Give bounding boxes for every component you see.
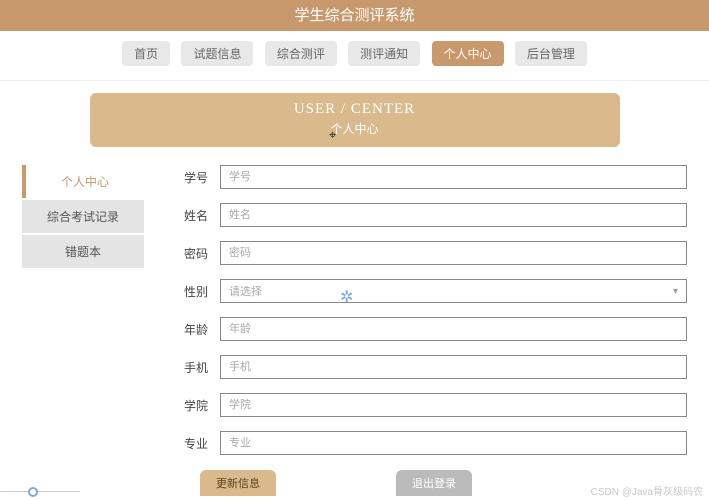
input-name[interactable] — [220, 203, 687, 227]
sidebar: 个人中心 综合考试记录 错题本 — [22, 165, 144, 469]
loading-spinner-icon: ✲ — [340, 287, 353, 307]
label-phone: 手机 — [176, 359, 208, 376]
logout-button[interactable]: 退出登录 — [396, 470, 472, 496]
nav-personal-center[interactable]: 个人中心 — [432, 41, 504, 66]
field-major: 专业 — [176, 431, 687, 455]
field-age: 年龄 — [176, 317, 687, 341]
input-phone[interactable] — [220, 355, 687, 379]
field-college: 学院 — [176, 393, 687, 417]
label-name: 姓名 — [176, 207, 208, 224]
field-gender: 性别 请选择 ▾ — [176, 279, 687, 303]
input-student-id[interactable] — [220, 165, 687, 189]
select-gender[interactable]: 请选择 ▾ — [220, 279, 687, 303]
chevron-down-icon: ▾ — [673, 286, 678, 297]
field-name: 姓名 — [176, 203, 687, 227]
field-phone: 手机 — [176, 355, 687, 379]
sidebar-item-exam-records[interactable]: 综合考试记录 — [22, 200, 144, 233]
update-button[interactable]: 更新信息 — [200, 470, 276, 496]
main-nav: 首页 试题信息 综合测评 测评通知 个人中心 后台管理 — [0, 31, 709, 81]
nav-questions[interactable]: 试题信息 — [181, 41, 253, 66]
nav-home[interactable]: 首页 — [122, 41, 170, 66]
banner-title-cn: 个人中心 — [90, 120, 620, 137]
nav-notice[interactable]: 测评通知 — [348, 41, 420, 66]
label-gender: 性别 — [176, 283, 208, 300]
input-age[interactable] — [220, 317, 687, 341]
input-major[interactable] — [220, 431, 687, 455]
field-student-id: 学号 — [176, 165, 687, 189]
content-area: 个人中心 综合考试记录 错题本 学号 姓名 密码 性别 请选择 ▾ 年龄 — [0, 165, 709, 469]
app-title: 学生综合测评系统 — [294, 7, 414, 24]
select-gender-placeholder: 请选择 — [229, 283, 262, 299]
input-password[interactable] — [220, 241, 687, 265]
label-college: 学院 — [176, 397, 208, 414]
page-banner: USER / CENTER 个人中心 — [90, 93, 620, 147]
label-major: 专业 — [176, 435, 208, 452]
input-college[interactable] — [220, 393, 687, 417]
nav-evaluation[interactable]: 综合测评 — [265, 41, 337, 66]
banner-title-en: USER / CENTER — [90, 101, 620, 118]
field-password: 密码 — [176, 241, 687, 265]
cursor-icon: ⌖ — [329, 127, 336, 143]
sidebar-item-personal[interactable]: 个人中心 — [22, 165, 144, 198]
sidebar-item-wrong-questions[interactable]: 错题本 — [22, 235, 144, 268]
label-student-id: 学号 — [176, 169, 208, 186]
watermark: CSDN @Java骨灰级码农 — [591, 483, 703, 498]
scroll-handle[interactable] — [28, 487, 38, 497]
app-header: 学生综合测评系统 — [0, 0, 709, 31]
profile-form: 学号 姓名 密码 性别 请选择 ▾ 年龄 手机 学院 — [144, 165, 687, 469]
label-age: 年龄 — [176, 321, 208, 338]
scroll-track — [0, 491, 80, 492]
label-password: 密码 — [176, 245, 208, 262]
nav-admin[interactable]: 后台管理 — [515, 41, 587, 66]
